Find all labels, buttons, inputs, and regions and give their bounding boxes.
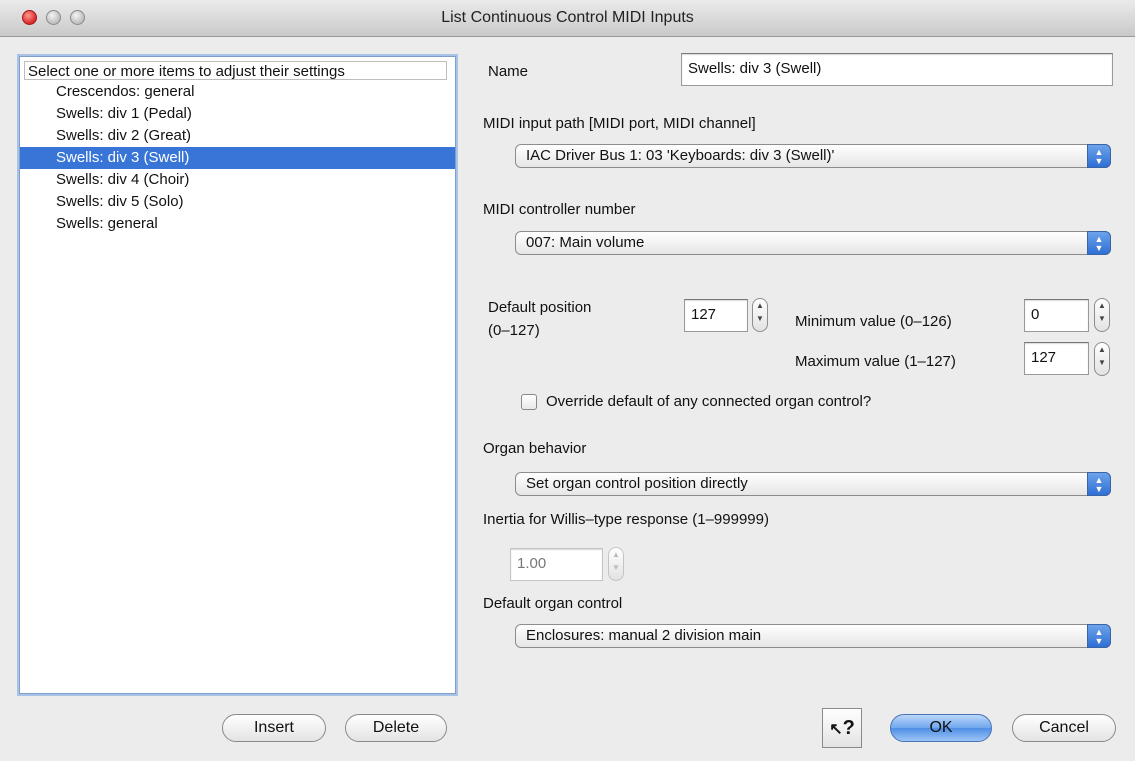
insert-button[interactable]: Insert (222, 714, 326, 742)
delete-button[interactable]: Delete (345, 714, 447, 742)
controller-popup[interactable]: 007: Main volume ▲ ▼ (515, 231, 1111, 255)
override-checkbox[interactable] (521, 394, 537, 410)
help-cursor-icon: ↖ (829, 721, 843, 738)
list-item[interactable]: Crescendos: general (20, 81, 455, 103)
organ-behavior-value: Set organ control position directly (526, 475, 748, 492)
default-position-label: Default position (488, 299, 592, 316)
dialog-window: List Continuous Control MIDI Inputs Sele… (0, 0, 1135, 761)
default-position-stepper[interactable]: ▲ ▼ (752, 298, 768, 332)
list-item[interactable]: Swells: div 5 (Solo) (20, 191, 455, 213)
default-position-range-label: (0–127) (488, 322, 540, 339)
popup-arrows-icon: ▲ ▼ (1087, 144, 1111, 168)
list-item[interactable]: Swells: div 1 (Pedal) (20, 103, 455, 125)
popup-arrows-icon: ▲ ▼ (1087, 472, 1111, 496)
default-organ-control-label: Default organ control (483, 595, 623, 612)
maximum-value-field[interactable]: 127 (1024, 342, 1089, 375)
list-header: Select one or more items to adjust their… (24, 61, 447, 80)
list-item[interactable]: Swells: div 2 (Great) (20, 125, 455, 147)
organ-behavior-label: Organ behavior (483, 440, 587, 457)
ok-button[interactable]: OK (890, 714, 992, 742)
maximum-value-stepper[interactable]: ▲ ▼ (1094, 342, 1110, 376)
minimum-value-stepper[interactable]: ▲ ▼ (1094, 298, 1110, 332)
popup-arrows-icon: ▲ ▼ (1087, 231, 1111, 255)
default-organ-control-popup[interactable]: Enclosures: manual 2 division main ▲ ▼ (515, 624, 1111, 648)
organ-behavior-popup[interactable]: Set organ control position directly ▲ ▼ (515, 472, 1111, 496)
inertia-stepper[interactable]: ▲ ▼ (608, 547, 624, 581)
midi-path-popup[interactable]: IAC Driver Bus 1: 03 'Keyboards: div 3 (… (515, 144, 1111, 168)
list-item[interactable]: Swells: div 4 (Choir) (20, 169, 455, 191)
name-label: Name (488, 63, 529, 80)
list-item[interactable]: Swells: general (20, 213, 455, 235)
midi-path-label: MIDI input path [MIDI port, MIDI channel… (483, 115, 756, 132)
help-button[interactable]: ↖? (822, 708, 862, 748)
help-question-icon: ? (842, 717, 855, 739)
minimum-value-field[interactable]: 0 (1024, 299, 1089, 332)
maximum-value-label: Maximum value (1–127) (795, 353, 956, 370)
override-label: Override default of any connected organ … (546, 393, 872, 410)
inertia-label: Inertia for Willis–type response (1–9999… (483, 511, 769, 528)
controller-value: 007: Main volume (526, 234, 645, 251)
title-bar: List Continuous Control MIDI Inputs (0, 0, 1135, 37)
popup-arrows-icon: ▲ ▼ (1087, 624, 1111, 648)
default-organ-control-value: Enclosures: manual 2 division main (526, 627, 762, 644)
cancel-button[interactable]: Cancel (1012, 714, 1116, 742)
name-field[interactable]: Swells: div 3 (Swell) (681, 53, 1113, 86)
inertia-field[interactable]: 1.00 (510, 548, 603, 581)
controller-label: MIDI controller number (483, 201, 636, 218)
default-position-field[interactable]: 127 (684, 299, 748, 332)
window-title: List Continuous Control MIDI Inputs (441, 9, 694, 26)
minimum-value-label: Minimum value (0–126) (795, 313, 952, 330)
control-list[interactable]: Select one or more items to adjust their… (19, 56, 456, 694)
list-item-selected[interactable]: Swells: div 3 (Swell) (20, 147, 455, 169)
midi-path-value: IAC Driver Bus 1: 03 'Keyboards: div 3 (… (526, 147, 835, 164)
